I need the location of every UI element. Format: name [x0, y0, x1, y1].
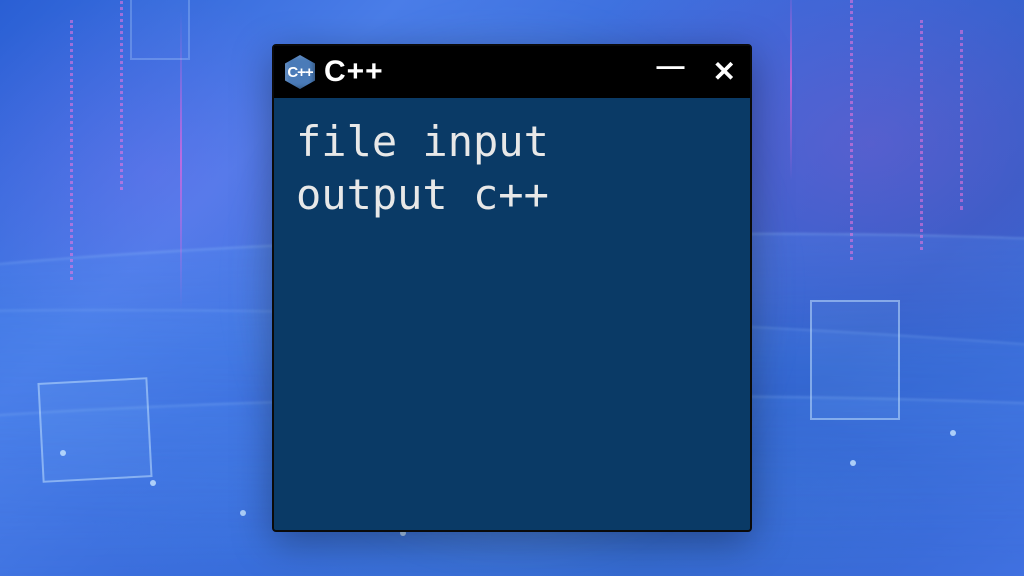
bg-dotted-line: [850, 0, 853, 260]
bg-line: [790, 0, 792, 180]
bg-rect: [130, 0, 190, 60]
hexagon-icon: C++: [285, 55, 315, 89]
bg-dotted-line: [920, 20, 923, 250]
bg-dot: [60, 450, 66, 456]
bg-dot: [850, 460, 856, 466]
bg-dotted-line: [120, 0, 123, 190]
bg-rect: [37, 377, 152, 483]
cpp-logo-icon: C++: [284, 54, 316, 90]
content-line: output c++: [296, 170, 549, 219]
bg-rect: [810, 300, 900, 420]
content-line: file input: [296, 117, 549, 166]
window-title: C++: [324, 55, 647, 89]
titlebar[interactable]: C++ C++ — ✕: [274, 46, 750, 98]
bg-dot: [150, 480, 156, 486]
terminal-window: C++ C++ — ✕ file input output c++: [272, 44, 752, 532]
window-controls: — ✕: [655, 58, 738, 86]
bg-dot: [950, 430, 956, 436]
bg-dotted-line: [70, 20, 73, 280]
minimize-button[interactable]: —: [655, 52, 687, 80]
icon-label: C++: [287, 64, 312, 81]
terminal-content[interactable]: file input output c++: [274, 98, 750, 530]
close-button[interactable]: ✕: [711, 58, 738, 86]
bg-dotted-line: [960, 30, 963, 210]
